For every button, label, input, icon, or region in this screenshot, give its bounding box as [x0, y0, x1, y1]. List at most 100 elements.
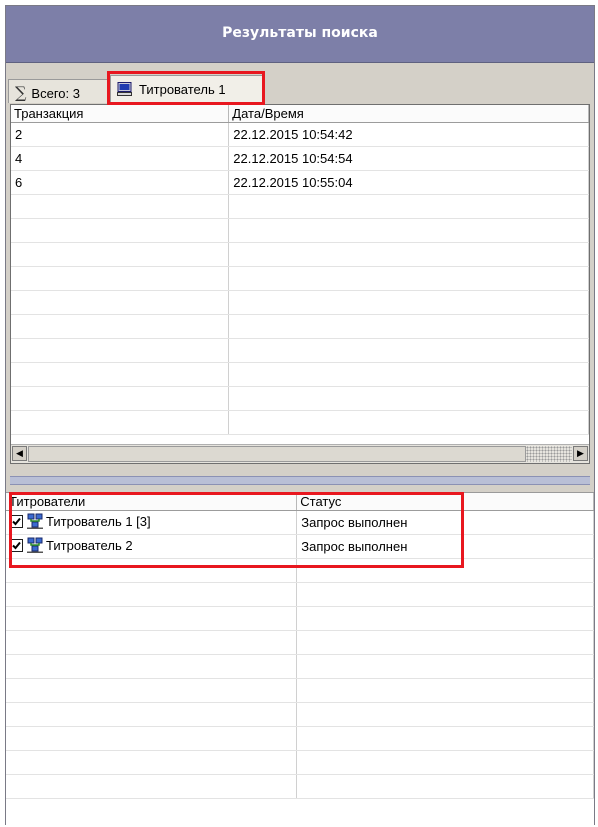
titrator-cell — [6, 606, 298, 631]
status-cell: Запрос выполнен — [296, 534, 594, 559]
checkbox[interactable] — [10, 515, 23, 528]
status-cell — [296, 774, 594, 799]
empty-row — [6, 774, 594, 799]
transactions-table: Транзакция Дата/Время 2 22.12.2015 10:54:… — [11, 105, 589, 435]
title-bar: Результаты поиска — [6, 6, 594, 63]
empty-row — [11, 290, 589, 315]
transaction-cell — [11, 362, 230, 387]
titrator-cell — [6, 654, 298, 679]
scroll-right-arrow-icon[interactable]: ▶ — [573, 446, 588, 461]
status-cell — [296, 558, 594, 583]
datetime-cell — [228, 218, 589, 243]
titrator-name: Титрователь 1 [3] — [46, 514, 151, 529]
scroll-left-arrow-icon[interactable]: ◀ — [12, 446, 27, 461]
datetime-cell — [228, 362, 589, 387]
titrator-cell — [6, 774, 298, 799]
computer-icon — [117, 82, 132, 99]
transaction-cell: 4 — [11, 146, 230, 171]
status-cell — [296, 654, 594, 679]
empty-row — [11, 314, 589, 339]
scrollbar-track[interactable] — [526, 446, 572, 462]
empty-row — [6, 630, 594, 655]
empty-row — [11, 242, 589, 267]
titrator-cell — [6, 726, 298, 751]
empty-row — [11, 362, 589, 387]
empty-row — [11, 218, 589, 243]
status-cell — [296, 678, 594, 703]
empty-row — [6, 654, 594, 679]
tab-total-label: Всего: 3 — [31, 86, 80, 101]
titrators-panel: Титрователи Статус Титрователь 1 [3] Запр… — [6, 492, 594, 825]
datetime-cell: 22.12.2015 10:55:04 — [228, 170, 589, 195]
titrator-cell — [6, 702, 298, 727]
network-computers-icon — [27, 537, 43, 556]
empty-row — [6, 678, 594, 703]
checkbox[interactable] — [10, 539, 23, 552]
titrator-cell — [6, 582, 298, 607]
tab-strip: ∑ Всего: 3 Титрователь 1 — [6, 73, 594, 105]
datetime-cell — [228, 290, 589, 315]
search-results-window: Результаты поиска ∑ Всего: 3 Титрователь … — [5, 5, 595, 825]
column-header-status[interactable]: Статус — [296, 493, 594, 511]
status-cell — [296, 726, 594, 751]
transaction-cell — [11, 290, 230, 315]
table-row[interactable]: 2 22.12.2015 10:54:42 — [11, 122, 589, 147]
transaction-cell: 2 — [11, 122, 230, 147]
column-header-transaction[interactable]: Транзакция — [11, 105, 230, 123]
empty-row — [6, 702, 594, 727]
table-row[interactable]: 4 22.12.2015 10:54:54 — [11, 146, 589, 171]
table-row[interactable]: Титрователь 1 [3] Запрос выполнен — [6, 510, 594, 535]
empty-row — [6, 558, 594, 583]
scrollbar-thumb[interactable] — [28, 446, 526, 462]
network-computers-icon — [27, 513, 43, 532]
datetime-cell — [228, 386, 589, 411]
datetime-cell — [228, 314, 589, 339]
titrator-cell — [6, 558, 298, 583]
empty-row — [6, 606, 594, 631]
transaction-cell — [11, 338, 230, 363]
transaction-cell — [11, 194, 230, 219]
titrator-cell — [6, 630, 298, 655]
table-row[interactable]: Титрователь 2 Запрос выполнен — [6, 534, 594, 559]
datetime-cell — [228, 194, 589, 219]
tab-titrator-1[interactable]: Титрователь 1 — [110, 75, 263, 105]
transaction-cell — [11, 386, 230, 411]
transactions-panel: Транзакция Дата/Время 2 22.12.2015 10:54:… — [10, 104, 590, 464]
titrator-cell: Титрователь 1 [3] — [6, 510, 298, 535]
datetime-cell: 22.12.2015 10:54:42 — [228, 122, 589, 147]
transaction-cell — [11, 410, 230, 435]
tab-titrator-label: Титрователь 1 — [139, 82, 226, 97]
datetime-cell — [228, 242, 589, 267]
empty-row — [11, 266, 589, 291]
status-cell — [296, 606, 594, 631]
column-header-datetime[interactable]: Дата/Время — [228, 105, 589, 123]
titrator-name: Титрователь 2 — [46, 538, 133, 553]
transaction-cell — [11, 218, 230, 243]
status-cell — [296, 630, 594, 655]
transaction-cell — [11, 314, 230, 339]
horizontal-scrollbar[interactable]: ◀ ▶ — [11, 444, 589, 463]
empty-row — [6, 582, 594, 607]
splitter-band — [10, 476, 590, 485]
titrator-cell: Титрователь 2 — [6, 534, 298, 559]
titrators-table: Титрователи Статус Титрователь 1 [3] Запр… — [6, 493, 594, 799]
table-row[interactable]: 6 22.12.2015 10:55:04 — [11, 170, 589, 195]
empty-row — [6, 726, 594, 751]
table-header-row: Транзакция Дата/Время — [11, 105, 589, 123]
table-header-row: Титрователи Статус — [6, 493, 594, 511]
titrator-cell — [6, 750, 298, 775]
tab-total[interactable]: ∑ Всего: 3 — [8, 79, 109, 103]
status-cell — [296, 582, 594, 607]
transaction-cell: 6 — [11, 170, 230, 195]
sigma-icon: ∑ — [15, 83, 27, 102]
window-title: Результаты поиска — [222, 25, 378, 41]
titrator-cell — [6, 678, 298, 703]
empty-row — [6, 750, 594, 775]
empty-row — [11, 386, 589, 411]
transaction-cell — [11, 266, 230, 291]
status-cell — [296, 702, 594, 727]
panel-splitter[interactable] — [6, 472, 594, 487]
empty-row — [11, 410, 589, 435]
datetime-cell — [228, 410, 589, 435]
column-header-titrators[interactable]: Титрователи — [6, 493, 298, 511]
